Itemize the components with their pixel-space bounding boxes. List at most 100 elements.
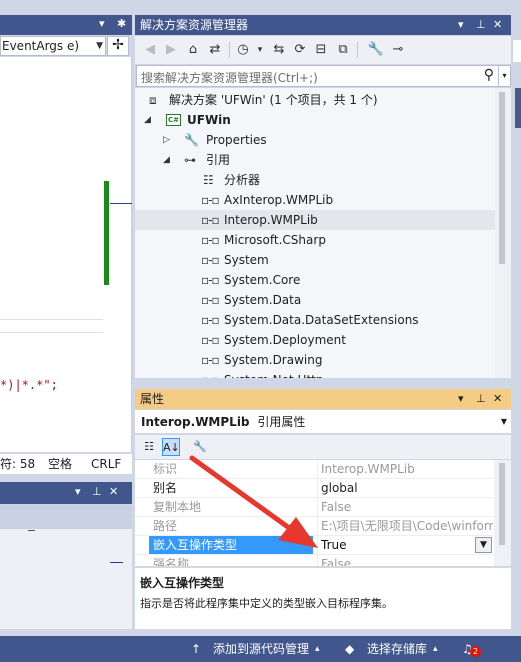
assembly-reference-icon: ▫-▫ bbox=[201, 353, 220, 367]
collapse-all-icon[interactable]: ⊟ bbox=[312, 41, 330, 59]
refresh-icon[interactable]: ⟳ bbox=[291, 41, 309, 59]
tree-item-reference[interactable]: ▫-▫ Microsoft.CSharp bbox=[135, 230, 495, 250]
search-options-dropdown[interactable]: ▾ bbox=[499, 65, 511, 87]
select-repository-button[interactable]: 选择存储库 bbox=[367, 636, 427, 662]
tree-item-reference[interactable]: ▫-▫ System.Drawing bbox=[135, 350, 495, 370]
status-bar: ↑ 添加到源代码管理 ▴ ◆ 选择存储库 ▴ ♫ 2 bbox=[0, 636, 521, 662]
divider bbox=[317, 460, 318, 479]
back-icon[interactable]: ◀ bbox=[141, 41, 159, 59]
lower-panel-body bbox=[0, 529, 132, 629]
divider bbox=[229, 42, 230, 58]
close-icon[interactable]: ✕ bbox=[493, 15, 502, 35]
scrollbar-thumb[interactable] bbox=[499, 92, 505, 264]
property-value[interactable]: True bbox=[321, 536, 493, 554]
pin-icon[interactable]: ⊥ bbox=[476, 15, 486, 35]
tree-item-reference[interactable]: ▫-▫ System.Core bbox=[135, 270, 495, 290]
tree-item-label: Microsoft.CSharp bbox=[224, 233, 326, 247]
chevron-up-icon[interactable]: ▴ bbox=[315, 636, 320, 662]
property-row[interactable]: 强名称 False bbox=[135, 555, 494, 566]
whitespace-mode[interactable]: 空格 bbox=[48, 454, 72, 474]
repository-icon: ◆ bbox=[345, 642, 355, 656]
preview-selected-icon[interactable]: ⊸ bbox=[389, 41, 407, 59]
switch-views-icon[interactable]: ⇄ bbox=[206, 41, 224, 59]
assembly-reference-icon: ▫-▫ bbox=[201, 253, 220, 267]
divider bbox=[0, 319, 103, 320]
pending-changes-filter-icon[interactable]: ◷ bbox=[234, 41, 252, 59]
property-name: 嵌入互操作类型 bbox=[149, 536, 313, 554]
lower-panel-title-bar: ▾ ⊥ ✕ bbox=[0, 482, 132, 504]
tree-item-reference[interactable]: ▫-▫ System bbox=[135, 250, 495, 270]
chevron-down-icon[interactable]: ▾ bbox=[75, 485, 81, 498]
tree-item-properties[interactable]: ▷ 🔧 Properties bbox=[135, 130, 495, 150]
collapse-arrow-icon[interactable]: ◢ bbox=[163, 150, 170, 170]
property-name: 标识 bbox=[153, 462, 178, 476]
tree-item-reference[interactable]: ▫-▫ AxInterop.WMPLib bbox=[135, 190, 495, 210]
line-ending[interactable]: CRLF bbox=[91, 454, 121, 474]
divider bbox=[317, 498, 318, 517]
property-row[interactable]: 复制本地 False bbox=[135, 498, 494, 517]
assembly-reference-icon: ▫-▫ bbox=[201, 213, 220, 227]
split-editor-button[interactable]: ✢ bbox=[107, 36, 129, 56]
show-all-files-icon[interactable]: ⧉ bbox=[334, 41, 352, 59]
gear-icon[interactable]: ✱ bbox=[117, 17, 126, 30]
divider bbox=[317, 555, 318, 566]
chevron-down-icon[interactable]: ▾ bbox=[255, 41, 265, 59]
expand-arrow-icon[interactable]: ▷ bbox=[163, 130, 170, 150]
solution-explorer-search-input[interactable]: 搜索解决方案资源管理器(Ctrl+;) ⚲ bbox=[136, 65, 499, 87]
tree-item-reference-selected[interactable]: ▫-▫ Interop.WMPLib bbox=[135, 210, 495, 230]
tree-item-label: System.Data bbox=[224, 293, 302, 307]
property-row[interactable]: 标识 Interop.WMPLib bbox=[135, 460, 494, 479]
chevron-down-icon[interactable]: ▾ bbox=[458, 389, 464, 409]
tree-item-solution[interactable]: ⧈ 解决方案 'UFWin' (1 个项目，共 1 个) bbox=[135, 90, 495, 110]
chevron-down-icon: ▼ bbox=[500, 417, 507, 426]
divider bbox=[317, 536, 318, 555]
property-description: 嵌入互操作类型 指示是否将此程序集中定义的类型嵌入目标程序集。 bbox=[135, 567, 511, 629]
tree-item-references[interactable]: ◢ ⊶ 引用 bbox=[135, 150, 495, 170]
sync-with-document-icon[interactable]: ⇆ bbox=[270, 41, 288, 59]
close-icon[interactable]: ✕ bbox=[493, 389, 502, 409]
tree-item-reference[interactable]: ▫-▫ System.Deployment bbox=[135, 330, 495, 350]
properties-object-selector[interactable]: Interop.WMPLib 引用属性 ▼ bbox=[135, 410, 511, 434]
value-dropdown-button[interactable]: ▼ bbox=[475, 537, 492, 553]
code-editor[interactable] bbox=[0, 57, 132, 452]
tree-item-analyzers[interactable]: ☷ 分析器 bbox=[135, 170, 495, 190]
property-grid-scrollbar[interactable] bbox=[494, 460, 511, 566]
alphabetical-icon[interactable]: A↓ bbox=[162, 438, 180, 456]
chevron-down-icon[interactable]: ▾ bbox=[99, 17, 105, 30]
tree-item-label: 分析器 bbox=[224, 173, 261, 187]
window-edge bbox=[513, 40, 521, 62]
properties-wrench-icon[interactable]: 🔧 bbox=[367, 41, 385, 59]
member-dropdown[interactable]: EventArgs e) ▼ bbox=[0, 36, 106, 56]
forward-icon[interactable]: ▶ bbox=[162, 41, 180, 59]
code-text: *)|*.*"; bbox=[0, 378, 58, 392]
categorized-icon[interactable]: ☷ bbox=[140, 438, 158, 456]
divider bbox=[28, 530, 35, 531]
divider bbox=[317, 517, 318, 536]
property-value[interactable]: global bbox=[321, 479, 493, 497]
search-icon[interactable]: ⚲ bbox=[484, 67, 494, 83]
tree-item-reference[interactable]: ▫-▫ System.Net.Http bbox=[135, 370, 495, 378]
chevron-up-icon[interactable]: ▴ bbox=[433, 636, 438, 662]
close-icon[interactable]: ✕ bbox=[109, 485, 118, 498]
pin-icon[interactable]: ⊥ bbox=[476, 389, 486, 409]
tree-item-label: 解决方案 'UFWin' (1 个项目，共 1 个) bbox=[169, 93, 378, 107]
tree-item-project[interactable]: ◢ C# UFWin bbox=[135, 110, 495, 130]
pin-icon[interactable]: ⊥ bbox=[92, 485, 102, 498]
tree-item-reference[interactable]: ▫-▫ System.Data.DataSetExtensions bbox=[135, 310, 495, 330]
property-row-selected[interactable]: 嵌入互操作类型 True ▼ bbox=[135, 536, 494, 555]
chevron-down-icon[interactable]: ▾ bbox=[458, 15, 464, 35]
property-value: False bbox=[321, 500, 352, 514]
scrollbar-thumb[interactable] bbox=[499, 463, 505, 545]
solution-tree-scrollbar[interactable] bbox=[495, 88, 511, 378]
add-to-source-control-button[interactable]: 添加到源代码管理 bbox=[213, 636, 309, 662]
collapse-arrow-icon[interactable]: ◢ bbox=[144, 110, 151, 130]
property-row[interactable]: 路径 E:\项目\无限项目\Code\winform bbox=[135, 517, 494, 536]
property-row[interactable]: 别名 global bbox=[135, 479, 494, 498]
home-icon[interactable]: ⌂ bbox=[184, 41, 202, 59]
tree-item-reference[interactable]: ▫-▫ System.Data bbox=[135, 290, 495, 310]
property-grid: 标识 Interop.WMPLib 别名 global 复制本地 False 路… bbox=[135, 460, 494, 566]
tree-item-label: Properties bbox=[206, 133, 267, 147]
editor-status-row: 符: 58 空格 CRLF bbox=[0, 454, 132, 474]
solution-explorer-title-bar: 解决方案资源管理器 ▾ ⊥ ✕ bbox=[135, 15, 511, 35]
wrench-icon[interactable]: 🔧 bbox=[191, 438, 209, 456]
